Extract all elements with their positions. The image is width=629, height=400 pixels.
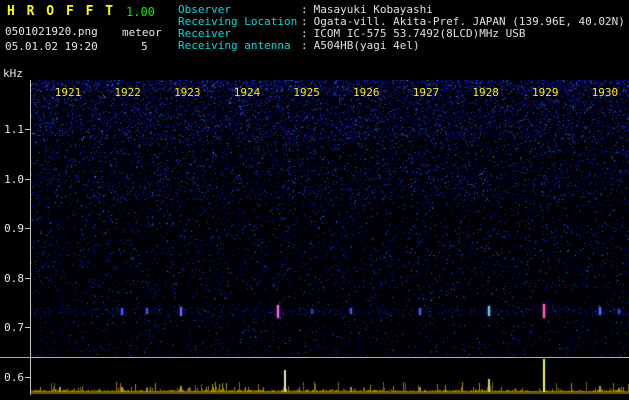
info-separator: : [301, 39, 308, 52]
frequency-tick-mark [25, 278, 30, 279]
time-tick-label: 1926 [353, 86, 380, 99]
meteor-echo-mark [617, 308, 620, 314]
output-filename: 0501021920.png [5, 25, 98, 38]
frequency-tick-label: 1.1 [4, 123, 24, 136]
info-label: Receiving antenna [178, 39, 291, 52]
signal-level-canvas [0, 358, 629, 396]
frequency-tick-mark [25, 228, 30, 229]
time-tick-label: 1925 [293, 86, 320, 99]
frequency-tick-label: 1.0 [4, 173, 24, 186]
spectrogram-canvas [31, 80, 629, 357]
frequency-tick-label: 0.8 [4, 272, 24, 285]
meteor-echo-mark [179, 306, 182, 316]
time-tick-label: 1921 [54, 86, 82, 99]
meteor-echo-mark [120, 307, 123, 315]
meteor-echo-mark [419, 307, 422, 315]
time-tick-label: 1930 [591, 86, 619, 99]
frequency-tick-mark [25, 129, 30, 130]
time-tick-label: 1928 [472, 86, 499, 99]
mode-label: meteor [122, 26, 162, 39]
y-axis-line [30, 80, 31, 395]
observation-datetime: 05.01.02 19:20 [5, 40, 98, 53]
meteor-echo-mark [487, 306, 490, 316]
time-tick-label: 1927 [412, 86, 440, 99]
meteor-echo-mark [349, 308, 352, 314]
app-title: H R O F F T [7, 4, 116, 19]
meteor-echo-mark [310, 308, 313, 314]
info-value: A504HB(yagi 4el) [313, 39, 420, 52]
mode-value: 5 [141, 40, 148, 53]
frequency-tick-mark [25, 327, 30, 328]
app-version: 1.00 [126, 5, 155, 19]
hrofft-output: H R O F F T 1.00 0501021920.png meteor 5… [0, 0, 629, 400]
time-tick-label: 1924 [233, 86, 261, 99]
meteor-echo-mark [542, 304, 545, 318]
meteor-echo-mark [277, 304, 280, 318]
time-tick-label: 1923 [174, 86, 201, 99]
meteor-echo-mark [598, 307, 601, 315]
frequency-tick-label: 0.7 [4, 321, 24, 334]
time-tick-label: 1922 [114, 86, 141, 99]
info-row-antenna: Receiving antenna: A504HB(yagi 4el) [178, 40, 625, 52]
y-axis-unit-label: kHz [3, 67, 23, 80]
station-info: Observer: Masayuki Kobayashi Receiving Lo… [178, 4, 625, 52]
meteor-echo-mark [145, 308, 148, 314]
frequency-tick-label: 0.9 [4, 222, 24, 235]
time-tick-label: 1929 [532, 86, 559, 99]
frequency-tick-mark [25, 179, 30, 180]
